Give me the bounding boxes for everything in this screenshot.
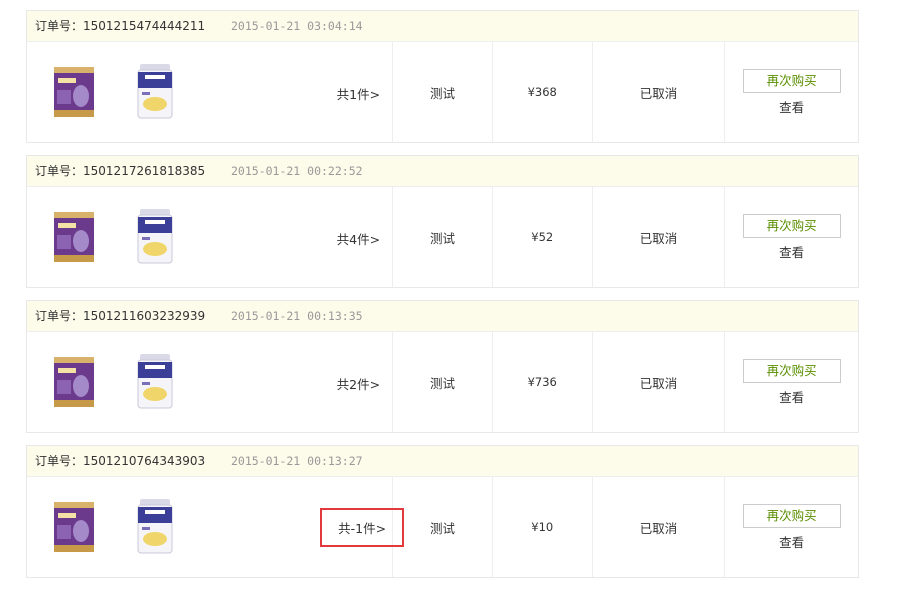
view-link[interactable]: 查看 <box>779 242 804 261</box>
order-actions: 再次购买 查看 <box>724 477 858 577</box>
order-header: 订单号：1501215474444211 2015-01-21 03:04:14 <box>27 11 858 42</box>
milk-powder-can-icon[interactable] <box>137 354 173 410</box>
product-cell: 共2件> <box>27 332 392 432</box>
order-actions: 再次购买 查看 <box>724 332 858 432</box>
order-body: 共4件> 测试 ¥52 已取消 再次购买 查看 <box>27 187 858 287</box>
order-time: 2015-01-21 00:22:52 <box>231 164 363 178</box>
order-price: ¥10 <box>491 477 592 577</box>
order-header: 订单号：1501211603232939 2015-01-21 00:13:35 <box>27 301 858 332</box>
order-number: 1501215474444211 <box>83 19 206 33</box>
rebuy-button[interactable]: 再次购买 <box>742 358 841 383</box>
rebuy-button[interactable]: 再次购买 <box>742 503 841 528</box>
order-time: 2015-01-21 00:13:27 <box>231 454 363 468</box>
order-status: 已取消 <box>591 42 725 142</box>
view-link[interactable]: 查看 <box>779 387 804 406</box>
product-cell: 共-1件> <box>27 477 405 577</box>
order-card: 订单号：1501210764343903 2015-01-21 00:13:27 <box>26 445 859 578</box>
order-time: 2015-01-21 03:04:14 <box>231 19 363 33</box>
order-number-label: 订单号： <box>35 19 84 33</box>
milk-powder-can-icon[interactable] <box>137 499 173 555</box>
milk-powder-can-icon[interactable] <box>137 64 173 120</box>
order-list: 订单号：1501215474444211 2015-01-21 03:04:14 <box>26 10 859 590</box>
item-count-link[interactable]: 共2件> <box>337 374 380 393</box>
order-actions: 再次购买 查看 <box>724 187 858 287</box>
order-card: 订单号：1501215474444211 2015-01-21 03:04:14 <box>26 10 859 143</box>
order-number: 1501210764343903 <box>83 454 206 468</box>
order-price: ¥368 <box>491 42 592 142</box>
order-body: 共2件> 测试 ¥736 已取消 再次购买 查看 <box>27 332 858 432</box>
rebuy-button[interactable]: 再次购买 <box>742 213 841 238</box>
order-body: 共-1件> 测试 ¥10 已取消 再次购买 查看 <box>27 477 858 577</box>
order-card: 订单号：1501211603232939 2015-01-21 00:13:35 <box>26 300 859 433</box>
order-status: 已取消 <box>591 477 725 577</box>
order-status: 已取消 <box>591 187 725 287</box>
order-actions: 再次购买 查看 <box>724 42 858 142</box>
view-link[interactable]: 查看 <box>779 97 804 116</box>
milk-powder-box-icon[interactable] <box>53 501 95 553</box>
order-price: ¥52 <box>491 187 592 287</box>
order-time: 2015-01-21 00:13:35 <box>231 309 363 323</box>
rebuy-button[interactable]: 再次购买 <box>742 68 841 93</box>
order-number-label: 订单号： <box>35 164 84 178</box>
product-name: 测试 <box>392 332 492 432</box>
order-number-label: 订单号： <box>35 309 84 323</box>
order-number: 1501217261818385 <box>83 164 206 178</box>
item-count-link[interactable]: 共1件> <box>337 84 380 103</box>
product-cell: 共1件> <box>27 42 392 142</box>
product-cell: 共4件> <box>27 187 392 287</box>
product-name: 测试 <box>392 477 492 577</box>
milk-powder-box-icon[interactable] <box>53 356 95 408</box>
order-card: 订单号：1501217261818385 2015-01-21 00:22:52 <box>26 155 859 288</box>
order-body: 共1件> 测试 ¥368 已取消 再次购买 查看 <box>27 42 858 142</box>
order-status: 已取消 <box>591 332 725 432</box>
product-name: 测试 <box>392 42 492 142</box>
order-number-label: 订单号： <box>35 454 84 468</box>
order-header: 订单号：1501217261818385 2015-01-21 00:22:52 <box>27 156 858 187</box>
order-number: 1501211603232939 <box>83 309 206 323</box>
order-price: ¥736 <box>491 332 592 432</box>
order-header: 订单号：1501210764343903 2015-01-21 00:13:27 <box>27 446 858 477</box>
product-name: 测试 <box>392 187 492 287</box>
view-link[interactable]: 查看 <box>779 532 804 551</box>
milk-powder-can-icon[interactable] <box>137 209 173 265</box>
item-count-link[interactable]: 共-1件> <box>320 508 405 547</box>
item-count-link[interactable]: 共4件> <box>337 229 380 248</box>
milk-powder-box-icon[interactable] <box>53 211 95 263</box>
milk-powder-box-icon[interactable] <box>53 66 95 118</box>
